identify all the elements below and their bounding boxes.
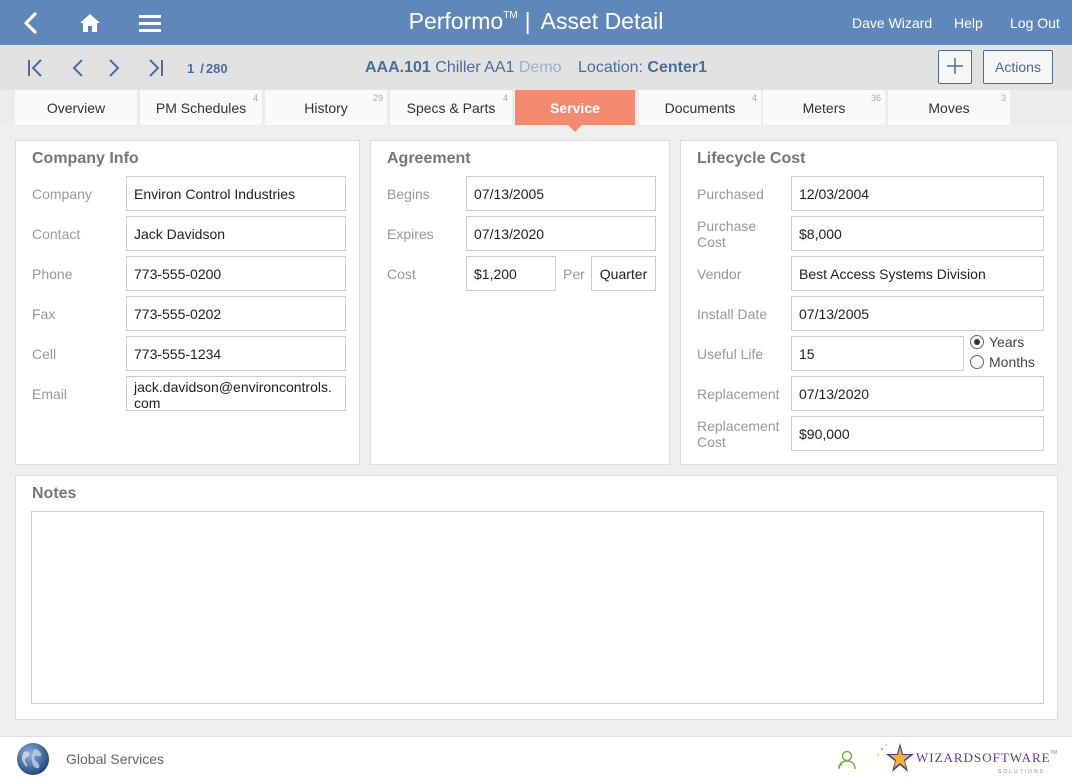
- agreement-title: Agreement: [387, 150, 471, 167]
- purchase-cost-field[interactable]: $8,000: [791, 216, 1044, 251]
- tab-documents[interactable]: Documents 4: [639, 90, 761, 125]
- tab-pm-schedules[interactable]: PM Schedules 4: [140, 90, 262, 125]
- tab-badge: 4: [751, 93, 757, 103]
- company-label: Company: [32, 186, 92, 202]
- email-field[interactable]: jack.davidson@environcontrols.com: [126, 376, 346, 411]
- user-icon[interactable]: [836, 749, 858, 771]
- record-nav-bar: 1/280 AAA.101 Chiller AA1 Demo Location:…: [0, 45, 1072, 90]
- agreement-panel: Agreement Begins 07/13/2005 Expires 07/1…: [370, 140, 670, 465]
- cell-label: Cell: [32, 346, 57, 362]
- useful-life-label: Useful Life: [697, 346, 764, 362]
- page-title-text: Asset Detail: [540, 8, 664, 34]
- months-radio[interactable]: Months: [970, 354, 1035, 370]
- contact-field[interactable]: Jack Davidson: [126, 216, 346, 251]
- purchased-date-field[interactable]: 12/03/2004: [791, 176, 1044, 211]
- record-counter: 1/280: [187, 61, 228, 76]
- phone-label: Phone: [32, 266, 73, 282]
- app-header: PerformoTM | Asset Detail Dave Wizard Help…: [0, 0, 1072, 45]
- radio-selected-icon: [970, 335, 984, 349]
- tab-badge: 3: [1000, 93, 1006, 103]
- vendor-label: Vendor: [697, 266, 742, 282]
- user-name-link[interactable]: Dave Wizard: [852, 15, 932, 31]
- phone-field[interactable]: 773-555-0200: [126, 256, 346, 291]
- replacement-date-field[interactable]: 07/13/2020: [791, 376, 1044, 411]
- app-name: Performo: [408, 8, 504, 34]
- tab-meters[interactable]: Meters 36: [763, 90, 885, 125]
- tab-specs-parts[interactable]: Specs & Parts 4: [390, 90, 512, 125]
- vendor-field[interactable]: Best Access Systems Division: [791, 256, 1044, 291]
- brand-tm: TM: [1050, 750, 1057, 756]
- tab-bar: Overview PM Schedules 4 History 29 Specs &…: [0, 90, 1072, 132]
- previous-record-icon[interactable]: [66, 56, 90, 80]
- trademark: TM: [503, 10, 518, 21]
- actions-button[interactable]: Actions: [983, 50, 1053, 84]
- cell-field[interactable]: 773-555-1234: [126, 336, 346, 371]
- fax-label: Fax: [32, 306, 56, 322]
- per-label: Per: [563, 266, 585, 282]
- back-arrow-icon[interactable]: [16, 8, 46, 38]
- tab-service[interactable]: Service: [515, 90, 635, 132]
- purchase-cost-label: Purchase Cost: [697, 218, 757, 250]
- notes-textarea[interactable]: [31, 511, 1044, 704]
- last-record-icon[interactable]: [144, 56, 168, 80]
- install-date-field[interactable]: 07/13/2005: [791, 296, 1044, 331]
- lifecycle-cost-panel: Lifecycle Cost Purchased 12/03/2004 Purc…: [680, 140, 1058, 465]
- add-record-button[interactable]: [938, 50, 972, 84]
- lifecycle-cost-title: Lifecycle Cost: [697, 150, 806, 167]
- organization-name: Global Services: [66, 751, 165, 767]
- next-record-icon[interactable]: [102, 56, 126, 80]
- begins-date-field[interactable]: 07/13/2005: [466, 176, 656, 211]
- brand-text: WIZARDSOFTWARE: [916, 750, 1051, 765]
- notes-panel: Notes: [15, 475, 1058, 720]
- plus-icon: [946, 57, 964, 78]
- radio-unselected-icon: [970, 355, 984, 369]
- email-label: Email: [32, 386, 68, 402]
- brand-subtitle: SOLUTIONS: [998, 769, 1045, 775]
- asset-code: AAA.101: [365, 59, 431, 76]
- expires-date-field[interactable]: 07/13/2020: [466, 216, 656, 251]
- record-current: 1: [187, 61, 195, 76]
- useful-life-field[interactable]: 15: [791, 336, 964, 371]
- logout-link[interactable]: Log Out: [1010, 15, 1060, 31]
- replacement-cost-label: Replacement Cost: [697, 418, 780, 450]
- tab-badge: 36: [870, 93, 881, 103]
- location-value: Center1: [647, 59, 707, 76]
- tab-badge: 4: [252, 93, 258, 103]
- expires-label: Expires: [387, 226, 434, 242]
- tab-badge: 4: [502, 93, 508, 103]
- cost-label: Cost: [387, 266, 416, 282]
- globe-icon: [17, 743, 49, 775]
- tab-moves[interactable]: Moves 3: [888, 90, 1010, 125]
- company-info-panel: Company Info Company Environ Control Ind…: [15, 140, 360, 465]
- fax-field[interactable]: 773-555-0202: [126, 296, 346, 331]
- tab-overview[interactable]: Overview: [15, 90, 137, 125]
- purchased-label: Purchased: [697, 186, 764, 202]
- notes-title: Notes: [32, 485, 77, 502]
- cost-field[interactable]: $1,200: [466, 256, 556, 291]
- install-date-label: Install Date: [697, 306, 768, 322]
- company-field[interactable]: Environ Control Industries: [126, 176, 346, 211]
- help-link[interactable]: Help: [954, 15, 983, 31]
- tab-history[interactable]: History 29: [265, 90, 387, 125]
- asset-name: Chiller AA1: [435, 59, 515, 76]
- company-info-title: Company Info: [32, 150, 139, 167]
- footer: Global Services WIZARDSOFTWARE TM SOLUTI…: [0, 736, 1072, 780]
- contact-label: Contact: [32, 226, 81, 242]
- first-record-icon[interactable]: [23, 56, 47, 80]
- tab-badge: 29: [372, 93, 383, 103]
- years-radio[interactable]: Years: [970, 334, 1024, 350]
- menu-icon[interactable]: [135, 8, 165, 38]
- home-icon[interactable]: [75, 8, 105, 38]
- replacement-label: Replacement: [697, 386, 780, 402]
- asset-tag: Demo: [518, 59, 562, 76]
- per-period-select[interactable]: Quarter: [591, 256, 656, 291]
- wizard-software-logo: WIZARDSOFTWARE TM SOLUTIONS: [877, 743, 1057, 775]
- begins-label: Begins: [387, 186, 430, 202]
- record-total: 280: [205, 61, 228, 76]
- replacement-cost-field[interactable]: $90,000: [791, 416, 1044, 451]
- location-label: Location:: [578, 59, 643, 76]
- title-separator: |: [524, 8, 531, 34]
